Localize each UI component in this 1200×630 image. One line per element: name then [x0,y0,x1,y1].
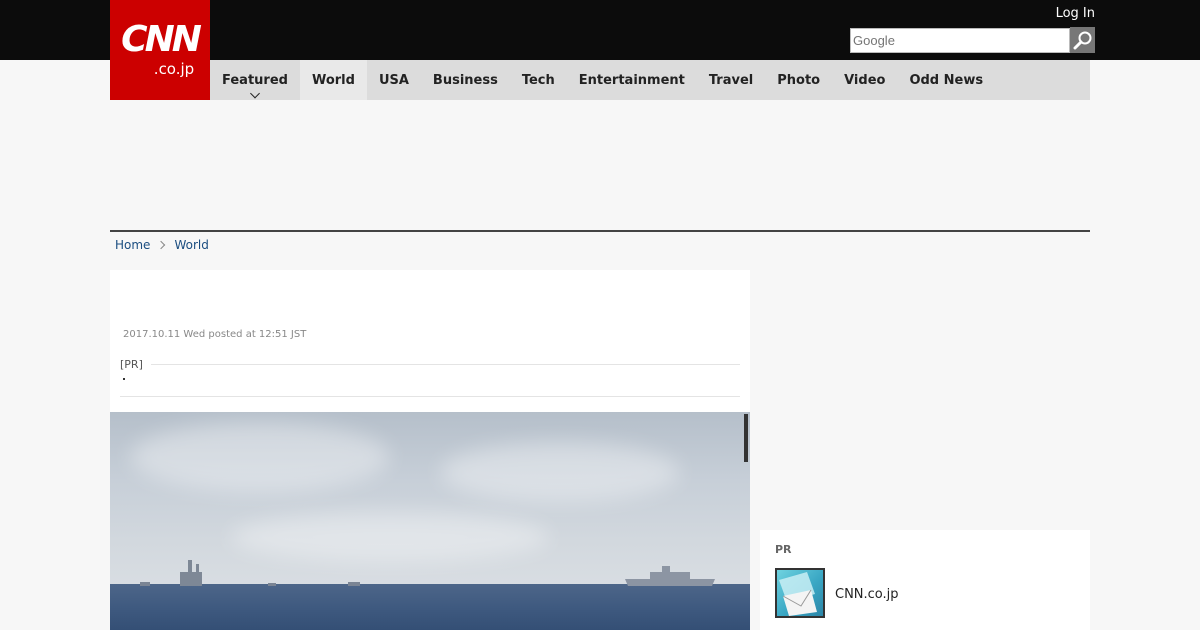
photo-credit [744,414,748,462]
nav-item-featured[interactable]: Featured [210,60,300,100]
sidebar-thumbnail[interactable] [775,568,825,618]
sidebar-pr-heading: PR [775,543,792,556]
section-divider [110,230,1090,232]
search-icon [1073,31,1091,50]
logo-main-text: CNN [121,19,202,60]
nav-label: Travel [708,72,754,88]
article-timestamp: 2017.10.11 Wed posted at 12:51 JST [123,329,307,340]
breadcrumb-home-link[interactable]: Home [115,238,150,252]
nav-item-photo[interactable]: Photo [765,60,832,100]
nav-item-tech[interactable]: Tech [510,60,567,100]
nav-item-entertainment[interactable]: Entertainment [567,60,697,100]
article-photo[interactable] [110,412,750,630]
site-logo[interactable]: CNN .co.jp [110,0,210,100]
breadcrumb-world-link[interactable]: World [174,238,208,252]
nav-label: Entertainment [578,72,685,88]
nav-item-world[interactable]: World [299,60,367,100]
main-nav: Featured World USA Business Tech Enterta… [210,60,1090,100]
nav-label: Business [432,72,498,88]
nav-label: Odd News [909,72,984,88]
sidebar-item-title[interactable]: CNN.co.jp [835,587,899,602]
nav-label: Photo [777,72,821,88]
pr-label: [PR] [120,358,143,371]
photo-ships [140,560,715,586]
logo-sub-text: .co.jp [153,60,195,78]
login-link[interactable]: Log In [1056,6,1095,21]
nav-item-video[interactable]: Video [832,60,897,100]
nav-label: Video [844,72,886,88]
nav-item-usa[interactable]: USA [367,60,421,100]
nav-label: USA [378,72,409,88]
nav-item-odd-news[interactable]: Odd News [897,60,995,100]
nav-label: World [311,72,355,88]
search-button[interactable] [1070,27,1095,53]
breadcrumb: Home World [115,238,209,252]
chevron-down-icon [250,88,260,99]
pr-bullet [123,378,125,380]
pr-divider [150,364,740,365]
article-card: 2017.10.11 Wed posted at 12:51 JST [PR] [110,270,750,630]
nav-label: Tech [521,72,555,88]
nav-item-travel[interactable]: Travel [697,60,765,100]
pr-bottom-divider [120,396,740,397]
chevron-right-icon [157,240,166,250]
pr-row: [PR] [120,358,740,371]
envelope-icon [779,572,817,616]
sidebar-pr-box: PR CNN.co.jp [760,530,1090,630]
search-input[interactable] [850,28,1070,53]
nav-item-business[interactable]: Business [421,60,510,100]
nav-label: Featured [222,72,288,88]
